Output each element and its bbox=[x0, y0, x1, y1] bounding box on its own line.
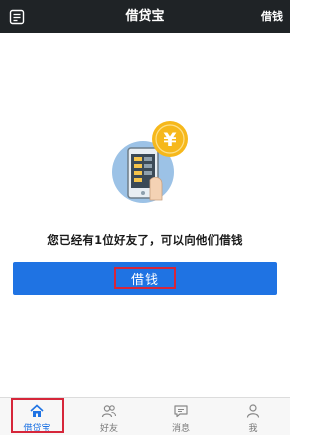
message-icon bbox=[174, 405, 188, 418]
tab-me-label: 我 bbox=[248, 424, 258, 434]
borrow-top-button[interactable]: 借钱 bbox=[261, 0, 283, 33]
tab-home-label: 借贷宝 bbox=[23, 424, 51, 434]
phone-yen-icon: ¥ bbox=[110, 120, 190, 205]
top-bar: 借贷宝 借钱 bbox=[0, 0, 290, 33]
person-icon bbox=[246, 404, 260, 418]
home-icon bbox=[30, 404, 44, 417]
yen-symbol: ¥ bbox=[163, 129, 176, 151]
bottom-tab-bar: 借贷宝 好友 消息 我 bbox=[0, 397, 290, 435]
tab-home[interactable]: 借贷宝 bbox=[1, 398, 73, 435]
tab-messages[interactable]: 消息 bbox=[145, 398, 217, 435]
borrow-button[interactable]: 借钱 bbox=[13, 262, 277, 295]
friend-count-message: 您已经有1位好友了，可以向他们借钱 bbox=[47, 233, 243, 247]
tab-friends[interactable]: 好友 bbox=[73, 398, 145, 435]
tab-me[interactable]: 我 bbox=[217, 398, 289, 435]
page-title: 借贷宝 bbox=[125, 9, 165, 24]
tab-friends-label: 好友 bbox=[99, 424, 118, 434]
friends-icon bbox=[101, 405, 117, 418]
tab-messages-label: 消息 bbox=[171, 424, 190, 434]
borrow-button-label: 借钱 bbox=[114, 267, 176, 289]
